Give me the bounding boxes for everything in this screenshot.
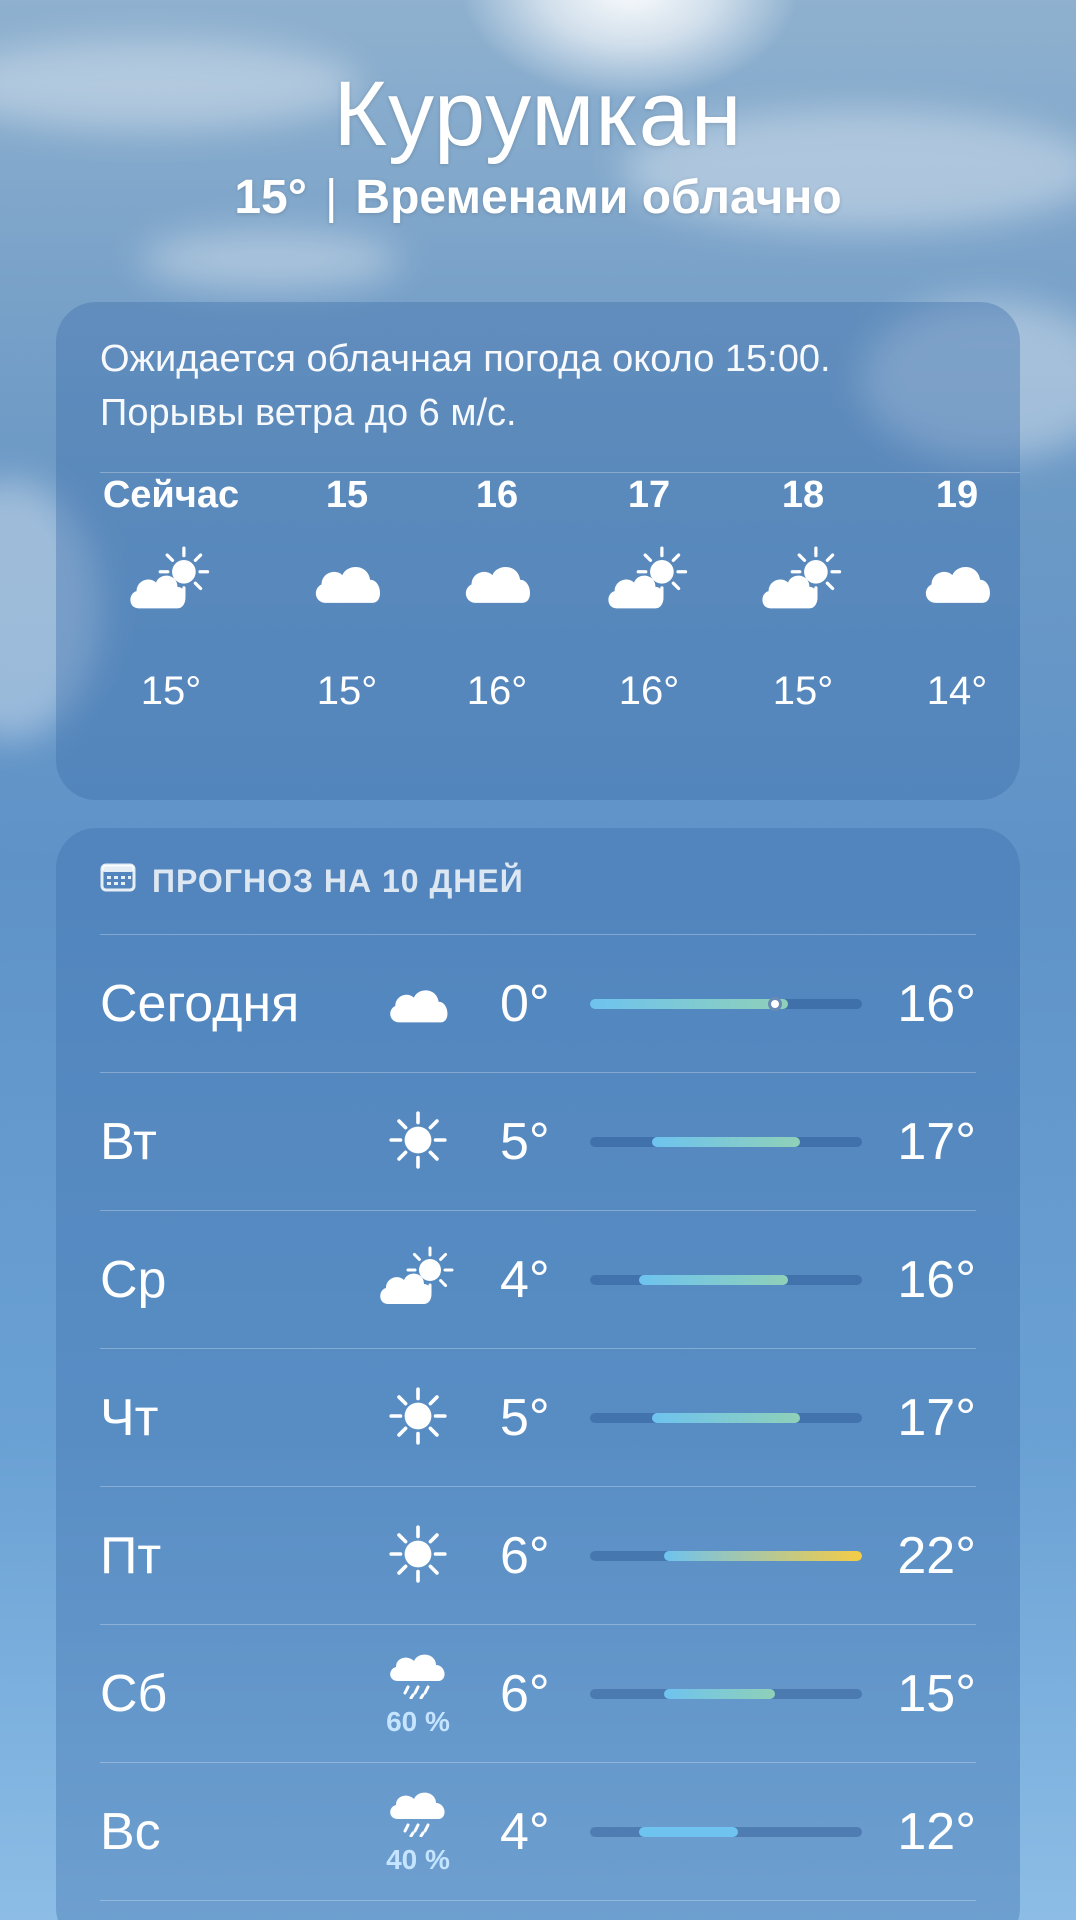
day-weather: 60 % xyxy=(370,1625,466,1763)
separator: | xyxy=(324,171,338,224)
low-temp: 0° xyxy=(500,975,550,1033)
daily-row[interactable]: Ср 4° 16° xyxy=(100,1211,976,1349)
day-name: Ср xyxy=(100,1251,167,1309)
calendar-icon xyxy=(100,862,136,900)
rain-icon xyxy=(386,1651,450,1704)
temp-range-fill xyxy=(664,1689,776,1699)
day-name: Вс xyxy=(100,1803,161,1861)
partly-sunny-icon xyxy=(96,520,246,640)
partly-sunny-icon xyxy=(728,520,878,640)
temp-range-bar xyxy=(590,997,862,1011)
hourly-item: 15 15° xyxy=(272,470,422,716)
day-weather xyxy=(370,1211,466,1349)
daily-forecast-header: ПРОГНОЗ НА 10 ДНЕЙ xyxy=(100,862,524,900)
hour-temp: 16° xyxy=(618,669,680,713)
daily-row[interactable]: Пт 6° 22° xyxy=(100,1487,976,1625)
low-temp: 6° xyxy=(500,1527,550,1585)
partly-sunny-icon xyxy=(574,520,724,640)
low-temp: 4° xyxy=(500,1803,550,1861)
temp-range-fill xyxy=(651,1137,801,1147)
hour-temp: 16° xyxy=(466,669,528,713)
divider xyxy=(100,1900,976,1901)
hour-label: 16 xyxy=(475,474,519,516)
current-temp: 15° xyxy=(234,171,307,224)
precip-chance: 40 % xyxy=(386,1843,450,1875)
hour-temp: 15° xyxy=(316,669,378,713)
partly-sunny-icon xyxy=(378,1246,458,1315)
low-temp: 5° xyxy=(500,1113,550,1171)
temp-range-bar xyxy=(590,1827,862,1837)
hourly-item: 18 15° xyxy=(728,470,878,716)
day-name: Чт xyxy=(100,1389,159,1447)
hour-label: 17 xyxy=(627,474,671,516)
high-temp: 17° xyxy=(897,1389,976,1447)
daily-row[interactable]: Вт 5° 17° xyxy=(100,1073,976,1211)
day-weather xyxy=(370,1487,466,1625)
daily-row[interactable]: Сб 60 % 6° 15° xyxy=(100,1625,976,1763)
day-name: Сб xyxy=(100,1665,168,1723)
hour-label: 19 xyxy=(935,474,979,516)
temp-range-fill xyxy=(590,999,788,1009)
temp-range-bar xyxy=(590,1413,862,1423)
day-weather xyxy=(370,1349,466,1487)
cloud-icon xyxy=(272,520,422,640)
cloud-icon xyxy=(882,520,1032,640)
high-temp: 12° xyxy=(897,1803,976,1861)
precip-chance: 60 % xyxy=(386,1705,450,1737)
daily-row[interactable]: Сегодня 0° 16° xyxy=(100,935,976,1073)
high-temp: 22° xyxy=(897,1527,976,1585)
temp-range-fill xyxy=(664,1551,862,1561)
condition-text: Временами облачно xyxy=(355,171,842,224)
hourly-item: Сейчас 15° xyxy=(96,470,246,716)
cloud-icon xyxy=(385,977,451,1032)
temp-range-fill xyxy=(651,1413,801,1423)
daily-row[interactable]: Вс 40 % 4° 12° xyxy=(100,1763,976,1901)
hour-label: 18 xyxy=(781,474,825,516)
daily-forecast-card[interactable]: ПРОГНОЗ НА 10 ДНЕЙ Сегодня 0° 16° Вт 5° … xyxy=(56,828,1020,1920)
cloud-icon xyxy=(422,520,572,640)
high-temp: 15° xyxy=(897,1665,976,1723)
temp-range-bar xyxy=(590,1137,862,1147)
hourly-item: 17 16° xyxy=(574,470,724,716)
rain-icon xyxy=(386,1789,450,1842)
forecast-summary: Ожидается облачная погода около 15:00. П… xyxy=(100,332,990,440)
hour-temp: 15° xyxy=(140,669,202,713)
hourly-item: 19 14° xyxy=(882,470,1032,716)
temp-range-fill xyxy=(639,1275,788,1285)
high-temp: 17° xyxy=(897,1113,976,1171)
hour-temp: 15° xyxy=(772,669,834,713)
low-temp: 5° xyxy=(500,1389,550,1447)
low-temp: 6° xyxy=(500,1665,550,1723)
low-temp: 4° xyxy=(500,1251,550,1309)
day-name: Сегодня xyxy=(100,975,300,1033)
hour-label: 15 xyxy=(325,474,369,516)
high-temp: 16° xyxy=(897,975,976,1033)
daily-row[interactable]: Чт 5° 17° xyxy=(100,1349,976,1487)
temp-range-bar xyxy=(590,1551,862,1561)
day-name: Пт xyxy=(100,1527,162,1585)
current-conditions: 15° | Временами облачно xyxy=(0,170,1076,225)
hour-temp: 14° xyxy=(926,669,988,713)
day-weather: 40 % xyxy=(370,1763,466,1901)
daily-forecast-title: ПРОГНОЗ НА 10 ДНЕЙ xyxy=(152,862,524,899)
temp-range-bar xyxy=(590,1689,862,1699)
hourly-forecast-card[interactable]: Ожидается облачная погода около 15:00. П… xyxy=(56,302,1020,800)
temp-range-bar xyxy=(590,1275,862,1285)
city-name: Курумкан xyxy=(333,63,743,165)
summary-line: Ожидается облачная погода около 15:00. xyxy=(100,338,831,380)
temp-range-fill xyxy=(639,1827,739,1837)
sun-icon xyxy=(385,1107,451,1178)
hour-label: Сейчас xyxy=(102,474,240,516)
day-weather xyxy=(370,1073,466,1211)
day-name: Вт xyxy=(100,1113,157,1171)
day-weather xyxy=(370,935,466,1073)
high-temp: 16° xyxy=(897,1251,976,1309)
sun-icon xyxy=(385,1383,451,1454)
hourly-item: 16 16° xyxy=(422,470,572,716)
summary-line: Порывы ветра до 6 м/с. xyxy=(100,392,517,434)
sun-icon xyxy=(385,1521,451,1592)
